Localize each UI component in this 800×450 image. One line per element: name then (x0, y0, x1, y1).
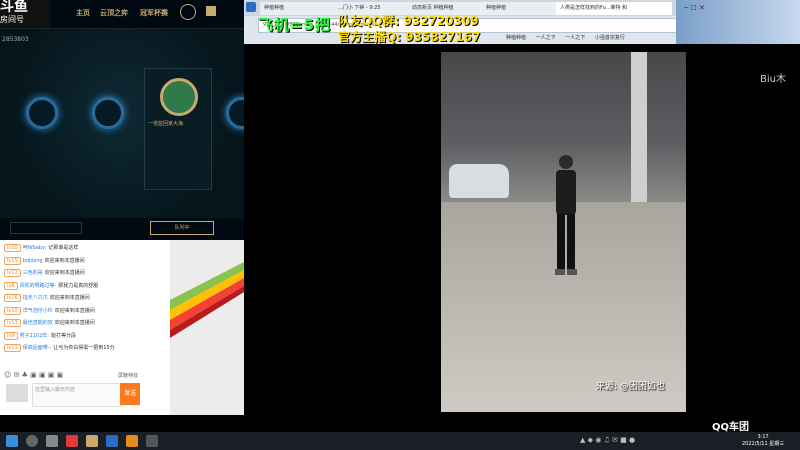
chat-username[interactable]: 最佳直能的双 (23, 320, 53, 326)
level-badge: lv8 (4, 281, 18, 290)
chat-username[interactable]: 三色豹哥 (23, 270, 43, 276)
search-icon[interactable] (26, 435, 38, 447)
chat-message: lv12 三色豹哥 欢迎来到本直播间 (4, 269, 85, 277)
chat-message: lv11 保高后面带-: 让弓为你白得需一把到15分 (4, 344, 115, 352)
video-pillar (631, 52, 647, 212)
level-badge: lv15 (4, 256, 21, 265)
find-match-button[interactable]: 队列中 (150, 221, 214, 235)
room-number: 2853803 (2, 36, 29, 43)
filter-label[interactable]: 屏蔽特效 (118, 372, 138, 379)
champion-icon (160, 78, 198, 116)
video-source: 来源: @困困如也 (596, 382, 665, 392)
system-clock[interactable]: 3:17 2022/5/11 星期三 (742, 434, 784, 448)
side-name: Biu木 (760, 74, 786, 85)
rainbow-stripes (170, 262, 244, 338)
nav-tft[interactable]: 云顶之弈 (100, 8, 128, 18)
level-badge: lv10 (4, 244, 21, 252)
send-button[interactable]: 发送 (120, 383, 140, 405)
chat-username[interactable]: bdjdsng (23, 258, 43, 264)
game-client: 主页 云顶之弈 冠军杯赛 一塔蓝回家大海 队列中 (0, 0, 244, 240)
store-icon[interactable] (206, 6, 216, 16)
level-badge: lv13 (4, 319, 21, 327)
chat-text: 欢迎来到本直播间 (54, 320, 95, 326)
chat-text: 能打等分段 (50, 332, 76, 339)
brand-logo: QQ车团 (712, 422, 750, 433)
champion-name: 一塔蓝回家大海 (148, 121, 184, 127)
app-icon[interactable] (126, 435, 138, 447)
chat-message: lv15 bdjdsng 欢迎来到本直播间 (4, 256, 85, 265)
empty-slot-icon (26, 97, 58, 129)
chat-text: 欢迎来到本直播间 (44, 270, 85, 276)
chat-text: 欢迎来到本直播间 (54, 307, 95, 314)
douyu-logo: 斗鱼 房间号 (0, 0, 50, 28)
browser-tab[interactable]: 种植种植 (482, 2, 558, 15)
overlay-qq: 队友QQ群: 932720309 (338, 14, 479, 28)
chat-message: lv8 风吹的啊路过等: 那我力是真的舒服 (4, 281, 99, 290)
app-icon[interactable] (146, 435, 158, 447)
nav-home[interactable]: 主页 (76, 8, 90, 18)
browser-logo-icon[interactable] (246, 2, 256, 12)
avatar (6, 384, 28, 402)
level-badge: lv10 (4, 306, 21, 315)
chat-message: lv10 呵Wbaby: 记那谁是这样 (4, 244, 78, 252)
app-icon[interactable] (66, 435, 78, 447)
chat-username[interactable]: 指天八只爪 (23, 295, 48, 301)
chat-text: 欢迎来到本直播间 (44, 257, 85, 264)
chat-text: 记那谁是这样 (48, 245, 79, 251)
profile-icon[interactable] (180, 4, 196, 20)
tray-icons[interactable]: ▲ ◆ ◉ ♫ ✉ ■ ● (580, 436, 635, 444)
app-icon[interactable] (86, 435, 98, 447)
video-car (449, 164, 509, 198)
level-badge: lv16 (4, 294, 21, 302)
browser-tab-active[interactable]: 人类是怎样找到的Fu...莱特 和 (556, 2, 672, 15)
video-player[interactable] (441, 52, 686, 412)
chat-toolbar: ☺ ✉ ♣ ▣ ▣ ▣ ▣ (4, 371, 64, 379)
level-badge: lv9 (4, 331, 18, 340)
chat-username[interactable]: 洋气泡仔小伙 (23, 308, 53, 314)
bookmark-item[interactable]: 小强首宗复行 (595, 35, 625, 41)
chat-text: 那我力是真的舒服 (58, 282, 99, 289)
app-icon[interactable] (106, 435, 118, 447)
lobby-chat-input[interactable] (10, 222, 82, 234)
chat-username[interactable]: 呵Wbaby: (23, 245, 47, 251)
chat-username[interactable]: 风吹的啊路过等: (20, 283, 57, 289)
chat-username[interactable]: 保高后面带-: (23, 345, 52, 351)
chat-username[interactable]: 男子2102年: (20, 333, 49, 339)
taskbar (0, 432, 800, 450)
chat-text: 让弓为你白得需一把到15分 (53, 345, 115, 351)
start-icon[interactable] (6, 435, 18, 447)
empty-slot-icon (92, 97, 124, 129)
bookmark-item[interactable]: 一人之下 (565, 35, 585, 41)
chat-text: 欢迎来到本直播间 (49, 295, 90, 301)
video-person (555, 155, 577, 275)
chat-message: lv16 指天八只爪 欢迎来到本直播间 (4, 294, 90, 302)
bookmark-item[interactable]: 种植种植 (506, 35, 526, 41)
chat-message: lv13 最佳直能的双 欢迎来到本直播间 (4, 319, 95, 327)
level-badge: lv12 (4, 269, 21, 277)
window-controls[interactable]: ─ ☐ ✕ (684, 4, 705, 12)
bookmark-item[interactable]: 一人之下 (536, 35, 556, 41)
level-badge: lv11 (4, 344, 21, 352)
chat-message: lv9 男子2102年: 能打等分段 (4, 331, 76, 340)
nav-clash[interactable]: 冠军杯赛 (140, 8, 168, 18)
overlay-group: 官方主播Q: 935827167 (338, 30, 481, 44)
chat-message: lv10 洋气泡仔小伙 欢迎来到本直播间 (4, 306, 95, 315)
chat-input[interactable]: 这里输入聊天内容 (32, 383, 122, 407)
overlay-plane: 飞机=5把 (258, 16, 332, 34)
decorative-panel (170, 240, 244, 415)
app-icon[interactable] (46, 435, 58, 447)
